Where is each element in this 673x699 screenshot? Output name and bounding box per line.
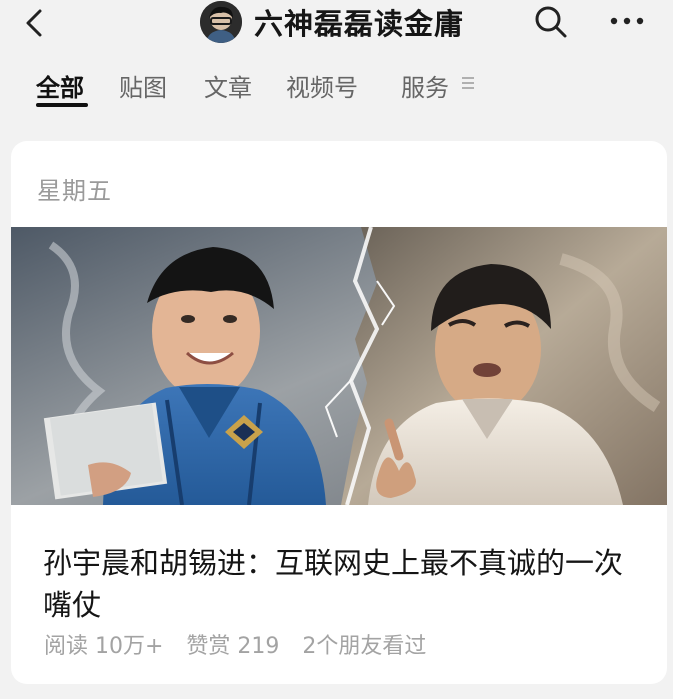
account-title[interactable]: 六神磊磊读金庸: [200, 0, 464, 44]
avatar-image: [200, 1, 242, 43]
search-icon: [535, 6, 567, 38]
tab-all[interactable]: 全部: [36, 68, 84, 103]
read-count: 阅读 10万+: [44, 634, 164, 659]
cover-illustration: [11, 227, 667, 505]
content-tabs: 全部 贴图 文章 视频号 服务: [0, 56, 673, 110]
tab-articles[interactable]: 文章: [204, 68, 252, 103]
menu-lines-icon[interactable]: [462, 77, 476, 91]
search-button[interactable]: [533, 4, 569, 40]
article-stats: 阅读 10万+ 赞赏 219 2个朋友看过: [44, 628, 442, 660]
more-button[interactable]: [609, 10, 645, 32]
more-icon: [610, 17, 644, 25]
article-title[interactable]: 孙宇晨和胡锡进：互联网史上最不真诚的一次嘴仗: [43, 542, 638, 626]
article-cover-image[interactable]: [11, 227, 667, 505]
back-arrow-icon: [26, 9, 42, 37]
account-avatar[interactable]: [200, 1, 242, 43]
date-label: 星期五: [37, 177, 112, 205]
active-tab-indicator: [36, 103, 88, 107]
top-bar: 六神磊磊读金庸: [0, 0, 673, 52]
tab-video-channel[interactable]: 视频号: [286, 68, 358, 103]
back-button[interactable]: [18, 6, 52, 40]
friends-viewed: 2个朋友看过: [302, 634, 427, 659]
wechat-account-feed-screen: 六神磊磊读金庸 全部 贴图 文章 视频号 服务 星期五 孙宇晨和胡锡进：互联网史…: [0, 0, 673, 699]
tab-services[interactable]: 服务: [401, 68, 449, 103]
account-name: 六神磊磊读金庸: [254, 7, 465, 41]
article-card[interactable]: 星期五 孙宇晨和胡锡进：互联网史上最不真诚的一次嘴仗 阅读 10万+ 赞赏 21…: [11, 141, 667, 684]
tab-image-posts[interactable]: 贴图: [119, 68, 167, 103]
reward-count: 赞赏 219: [186, 634, 280, 659]
